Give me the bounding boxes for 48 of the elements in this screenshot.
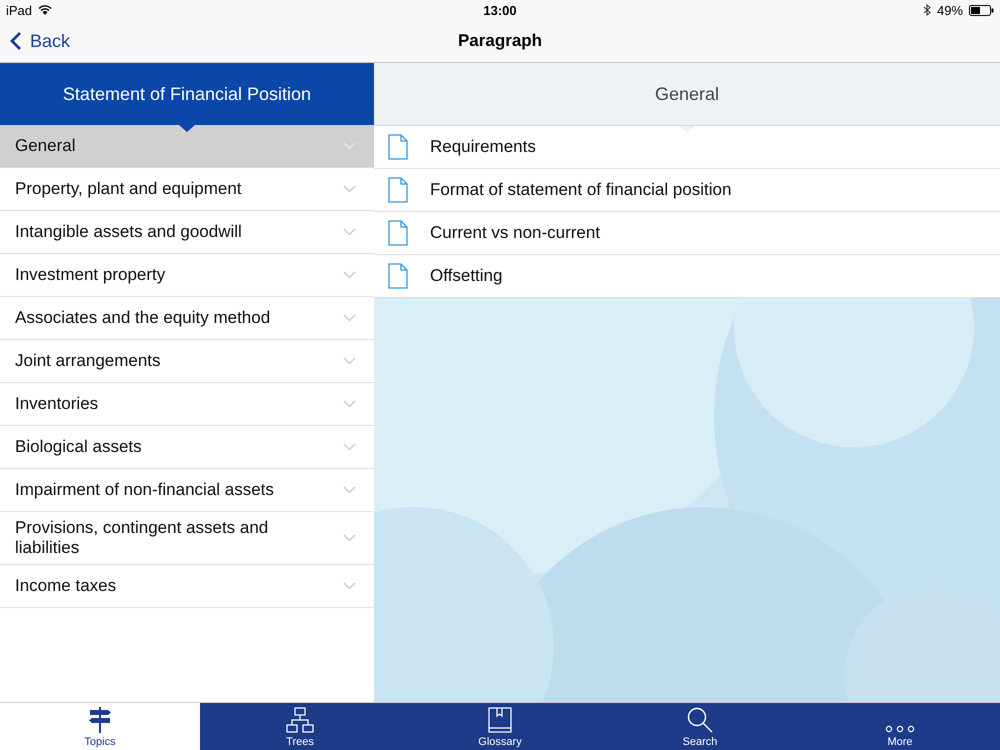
document-icon — [388, 134, 408, 160]
document-item[interactable]: Format of statement of financial position — [374, 169, 1000, 212]
document-item[interactable]: Requirements — [374, 126, 1000, 169]
more-icon — [885, 725, 915, 733]
topic-item[interactable]: Investment property — [0, 254, 374, 297]
battery-icon — [969, 4, 994, 16]
search-icon — [687, 707, 713, 733]
document-item[interactable]: Current vs non-current — [374, 212, 1000, 255]
chevron-down-icon — [343, 486, 356, 494]
hierarchy-icon — [286, 707, 314, 733]
chevron-down-icon — [343, 228, 356, 236]
section-header: Statement of Financial Position — [0, 63, 374, 125]
book-icon — [487, 707, 513, 733]
page-title: Paragraph — [458, 31, 542, 51]
signpost-icon — [88, 707, 112, 733]
topic-item[interactable]: General — [0, 125, 374, 168]
chevron-down-icon — [343, 443, 356, 451]
topic-item[interactable]: Property, plant and equipment — [0, 168, 374, 211]
tab-bar-item[interactable]: Glossary — [400, 703, 600, 750]
chevron-down-icon — [343, 185, 356, 193]
tab-bar-item[interactable]: Topics — [0, 703, 200, 750]
chevron-down-icon — [343, 534, 356, 542]
clock-time: 13:00 — [483, 2, 517, 18]
chevron-down-icon — [343, 357, 356, 365]
tab-bar-item[interactable]: More — [800, 703, 1000, 750]
topic-item[interactable]: Joint arrangements — [0, 340, 374, 383]
chevron-down-icon — [343, 271, 356, 279]
chevron-down-icon — [343, 400, 356, 408]
document-icon — [388, 263, 408, 289]
topic-item[interactable]: Inventories — [0, 383, 374, 426]
device-name: iPad — [6, 2, 32, 18]
document-icon — [388, 220, 408, 246]
topic-item[interactable]: Biological assets — [0, 426, 374, 469]
topic-item[interactable]: Intangible assets and goodwill — [0, 211, 374, 254]
topic-item[interactable]: Impairment of non-financial assets — [0, 469, 374, 512]
topic-item[interactable]: Income taxes — [0, 565, 374, 608]
tab-bar-item[interactable]: Trees — [200, 703, 400, 750]
wifi-icon — [38, 5, 52, 15]
back-button[interactable]: Back — [0, 30, 70, 52]
battery-percent: 49% — [936, 2, 963, 18]
chevron-down-icon — [343, 582, 356, 590]
document-icon — [388, 177, 408, 203]
topic-item[interactable]: Associates and the equity method — [0, 297, 374, 340]
section-header: General — [374, 63, 1000, 126]
chevron-down-icon — [343, 314, 356, 322]
tab-bar-item[interactable]: Search — [600, 703, 800, 750]
bluetooth-icon — [922, 4, 931, 16]
chevron-left-icon — [10, 31, 22, 51]
